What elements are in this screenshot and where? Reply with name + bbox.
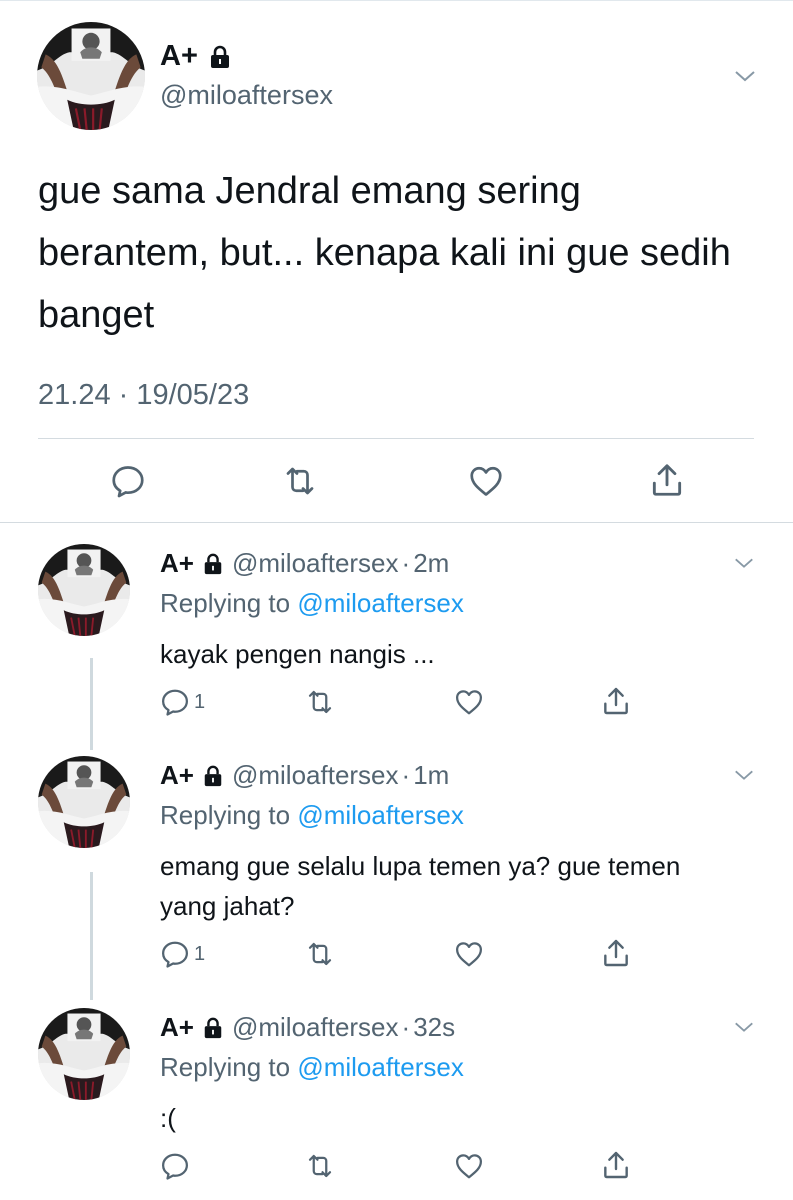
reply-icon [160,687,190,717]
user-handle[interactable]: @miloaftersex [232,760,399,791]
avatar-image [38,544,130,636]
like-button[interactable] [468,463,504,499]
share-icon [600,685,632,717]
avatar[interactable] [37,22,145,130]
share-button[interactable] [600,1149,632,1181]
relative-time[interactable]: 32s [413,1012,455,1043]
retweet-icon [280,463,320,499]
share-icon [648,461,686,499]
reply-icon [160,939,190,969]
user-handle[interactable]: @miloaftersex [232,548,399,579]
chevron-down-icon[interactable] [733,1016,755,1038]
replying-to: Replying to @miloaftersex [160,800,464,831]
avatar-image [38,756,130,848]
retweet-button[interactable] [303,687,337,717]
replying-prefix: Replying to [160,588,291,618]
mention-link[interactable]: @miloaftersex [297,1052,464,1082]
share-icon [600,1149,632,1181]
tweet-text: emang gue selalu lupa temen ya? gue teme… [160,851,681,921]
divider [38,438,754,439]
like-icon [454,687,484,717]
replying-prefix: Replying to [160,800,291,830]
share-icon [600,937,632,969]
avatar[interactable] [38,756,130,848]
retweet-button[interactable] [303,1151,337,1181]
reply-header: A+ @miloaftersex · 32s [160,1012,455,1043]
like-button[interactable] [454,1151,484,1181]
thread-line [90,658,93,750]
separator-dot: · [401,548,411,578]
chevron-down-icon[interactable] [733,764,755,786]
retweet-icon [303,687,337,717]
main-tweet: A+ @miloaftersex gue sama Jendral emang … [0,0,793,522]
reply-button[interactable]: 1 [160,687,205,717]
retweet-icon [303,1151,337,1181]
thread-line [90,872,93,1000]
reply-header: A+ @miloaftersex · 1m [160,760,449,791]
like-icon [468,463,504,499]
display-name[interactable]: A+ [160,548,194,579]
display-name[interactable]: A+ [160,760,194,791]
reply-button[interactable] [160,1151,190,1181]
retweet-icon [303,939,337,969]
reply-icon [160,1151,190,1181]
replying-to: Replying to @miloaftersex [160,1052,464,1083]
tweet-timestamp[interactable]: 21.24 · 19/05/23 [38,379,249,412]
reply-header: A+ @miloaftersex · 2m [160,548,449,579]
relative-time[interactable]: 2m [413,548,449,579]
avatar[interactable] [38,1008,130,1100]
replying-prefix: Replying to [160,1052,291,1082]
reply-count: 1 [194,942,206,965]
share-button[interactable] [600,685,632,717]
reply-count: 1 [194,690,206,713]
reply-button[interactable] [110,463,146,499]
user-handle[interactable]: @miloaftersex [232,1012,399,1043]
like-icon [454,1151,484,1181]
separator-dot: · [401,760,411,790]
like-button[interactable] [454,939,484,969]
lock-icon [202,764,224,788]
retweet-button[interactable] [280,463,320,499]
lock-icon [208,44,232,70]
lock-icon [202,552,224,576]
like-icon [454,939,484,969]
like-button[interactable] [454,687,484,717]
tweet-text: kayak pengen nangis ... [160,639,435,669]
avatar-image [38,1008,130,1100]
avatar[interactable] [38,544,130,636]
chevron-down-icon[interactable] [733,552,755,574]
reply-button[interactable]: 1 [160,939,205,969]
retweet-button[interactable] [303,939,337,969]
separator-dot: · [401,1012,411,1042]
display-name-text: A+ [160,40,198,72]
display-name[interactable]: A+ [160,1012,194,1043]
mention-link[interactable]: @miloaftersex [297,800,464,830]
mention-link[interactable]: @miloaftersex [297,588,464,618]
chevron-down-icon[interactable] [733,64,757,88]
relative-time[interactable]: 1m [413,760,449,791]
user-handle[interactable]: @miloaftersex [160,80,333,111]
tweet-text: gue sama Jendral emang sering berantem, … [38,170,731,336]
share-button[interactable] [648,461,686,499]
reply-icon [110,463,146,499]
section-divider [0,522,793,523]
avatar-image [37,22,145,130]
replying-to: Replying to @miloaftersex [160,588,464,619]
lock-icon [202,1016,224,1040]
display-name[interactable]: A+ [160,40,232,73]
share-button[interactable] [600,937,632,969]
tweet-text: :( [160,1103,176,1133]
